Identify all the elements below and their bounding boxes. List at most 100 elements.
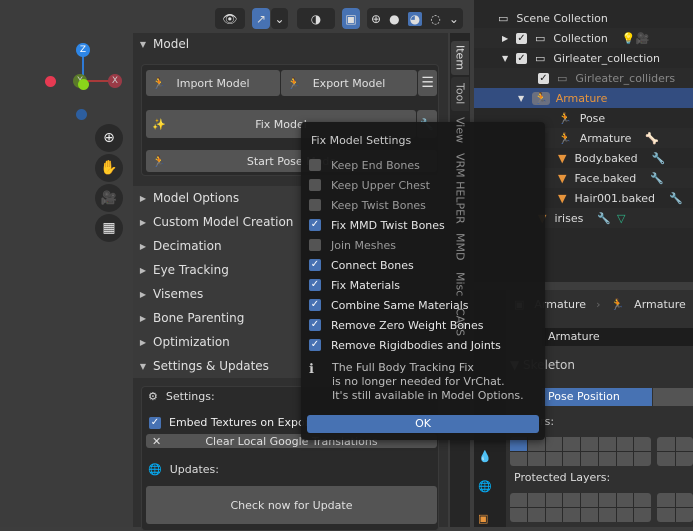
zoom-icon[interactable]: ⊕ (95, 124, 123, 152)
gizmo-dropdown[interactable]: ⌄ (271, 8, 288, 29)
checkbox-checked-icon[interactable]: ✓ (309, 299, 321, 311)
popup-title: Fix Model Settings (311, 134, 412, 147)
x-axis-neg-ball[interactable] (45, 76, 56, 87)
checkbox-checked-icon[interactable]: ✓ (309, 279, 321, 291)
check-update-button[interactable]: Check now for Update (146, 486, 437, 524)
z-axis-ball[interactable]: Z (76, 43, 90, 57)
tab-vrm-helper[interactable]: VRM HELPER (451, 149, 469, 227)
protected-layers-grid-2[interactable] (657, 493, 693, 522)
object-icon[interactable]: ▣ (478, 512, 488, 525)
tab-mmd[interactable]: MMD (451, 229, 469, 265)
shading-modes[interactable]: ⊕ ● ◕ ◌ ⌄ (367, 8, 463, 29)
option-label: Keep Upper Chest (331, 178, 430, 192)
solid-icon[interactable]: ● (389, 12, 399, 26)
info-icon: ℹ (309, 362, 314, 377)
xray-toggle[interactable]: ▣ (342, 8, 360, 29)
camera-icon[interactable]: 🎥 (95, 184, 123, 212)
mesh-icon: ▼ (558, 191, 567, 205)
option-checkbox[interactable]: ✓ Fix MMD Twist Bones (309, 216, 445, 234)
import-model-button[interactable]: 🏃 Import Model (146, 70, 280, 96)
tab-view[interactable]: View (451, 113, 469, 147)
menu-icon[interactable]: ☰ (418, 70, 437, 96)
option-checkbox[interactable]: Keep Twist Bones (309, 196, 426, 214)
bone-layers-grid-2[interactable] (657, 437, 693, 466)
checkbox-checked-icon[interactable]: ✓ (309, 259, 321, 271)
gears-icon: ⚙ (148, 390, 158, 403)
tab-tool[interactable]: Tool (451, 77, 469, 111)
protected-layers-grid[interactable] (510, 493, 651, 522)
option-label: Connect Bones (331, 258, 414, 272)
physics-icon[interactable]: 💧 (478, 450, 492, 463)
checkbox-unchecked-icon[interactable] (309, 179, 321, 191)
modifier-wrench-icon: 🔧 (650, 171, 664, 185)
option-checkbox[interactable]: ✓ Combine Same Materials (309, 296, 469, 314)
z-axis-neg-ball[interactable] (76, 109, 87, 120)
modifier-wrench-icon: 🔧 (669, 191, 683, 205)
mesh-icon: ▼ (558, 151, 567, 165)
bone-layers-grid[interactable] (510, 437, 651, 466)
overlay-icon: ◑ (310, 11, 322, 26)
armature-figure-icon: 🏃 (287, 76, 301, 90)
checkbox-unchecked-icon[interactable] (309, 239, 321, 251)
checkbox-checked-icon[interactable]: ✓ (309, 319, 321, 331)
armature-figure-icon: 🏃 (152, 76, 166, 90)
option-label: Fix MMD Twist Bones (331, 218, 445, 232)
overlay-dropdown[interactable]: ◑ (297, 8, 335, 29)
checkbox-checked-icon[interactable]: ✓ (309, 219, 321, 231)
checkbox-unchecked-icon[interactable] (309, 159, 321, 171)
bone-icon: 🦴 (645, 131, 660, 145)
checkbox-icon[interactable]: ✓ (538, 72, 549, 84)
option-checkbox[interactable]: Join Meshes (309, 236, 396, 254)
mesh-icon: ▼ (558, 171, 567, 185)
option-checkbox[interactable]: ✓ Connect Bones (309, 256, 414, 274)
outliner-row[interactable]: ▶ ✓ ▭ Collection 💡🎥 (474, 28, 693, 48)
x-axis-ball[interactable]: X (108, 74, 122, 88)
armature-name-field[interactable]: Armature (542, 328, 693, 346)
outliner-row[interactable]: ✓ ▭ Girleater_colliders (474, 68, 693, 88)
option-checkbox[interactable]: Keep End Bones (309, 156, 420, 174)
rendered-icon[interactable]: ◌ (430, 12, 440, 26)
updates-label: 🌐 Updates: (148, 463, 219, 476)
modifier-wrench-icon: 🔧 (597, 211, 612, 225)
armature-data-icon: 🏃 (558, 131, 572, 145)
outliner-row[interactable]: ▼ ✓ ▭ Girleater_collection (474, 48, 693, 68)
material-preview-icon[interactable]: ◕ (407, 11, 423, 26)
outliner-row[interactable]: ▭ Scene Collection (474, 8, 693, 28)
x-icon: ✕ (152, 434, 162, 448)
world-icon[interactable]: 🌐 (478, 480, 492, 493)
collection-icon: ▭ (535, 51, 546, 65)
option-label: Keep Twist Bones (331, 198, 426, 212)
outliner-row-selected[interactable]: ▼ 🏃 Armature (474, 88, 693, 108)
option-label: Join Meshes (331, 238, 396, 252)
checkbox-checked-icon[interactable]: ✓ (309, 339, 321, 351)
option-checkbox[interactable]: ✓ Fix Materials (309, 276, 400, 294)
y-axis-neg-ball[interactable] (78, 79, 89, 90)
option-checkbox[interactable]: ✓ Remove Rigidbodies and Joints (309, 336, 501, 354)
checkbox-checked-icon[interactable]: ✓ (149, 416, 161, 429)
fix-model-settings-popup: Fix Model Settings Keep End Bones Keep Up… (301, 122, 545, 440)
tab-cats[interactable]: CATS (451, 303, 469, 341)
grid-icon[interactable]: ▦ (95, 214, 123, 242)
embed-textures-checkbox[interactable]: ✓ Embed Textures on Export (149, 416, 314, 429)
gizmo-toggle[interactable]: ↗ (252, 8, 270, 29)
checkbox-icon[interactable]: ✓ (516, 32, 527, 44)
checkbox-icon[interactable]: ✓ (516, 52, 527, 64)
ok-button[interactable]: OK (307, 415, 539, 433)
export-model-button[interactable]: 🏃 Export Model (281, 70, 417, 96)
eye-icon: 👁 (222, 11, 238, 26)
magic-wand-icon: ✨ (152, 117, 166, 131)
globe-icon: 🌐 (148, 463, 162, 476)
collection-icon: ▭ (535, 31, 546, 45)
chevron-down-icon[interactable]: ⌄ (449, 12, 459, 26)
model-panel-header[interactable]: ▼ Model (133, 33, 448, 55)
checkbox-unchecked-icon[interactable] (309, 199, 321, 211)
wireframe-icon[interactable]: ⊕ (371, 12, 381, 26)
tab-item[interactable]: Item (451, 41, 469, 75)
gizmo-icon: ↗ (255, 11, 267, 26)
pose-position-button[interactable]: Pose Position (542, 388, 652, 406)
rest-position-button[interactable] (653, 388, 693, 406)
hand-pan-icon[interactable]: ✋ (95, 154, 123, 182)
option-checkbox[interactable]: Keep Upper Chest (309, 176, 430, 194)
tab-misc[interactable]: Misc (451, 267, 469, 301)
visibility-dropdown[interactable]: 👁 (215, 8, 245, 29)
